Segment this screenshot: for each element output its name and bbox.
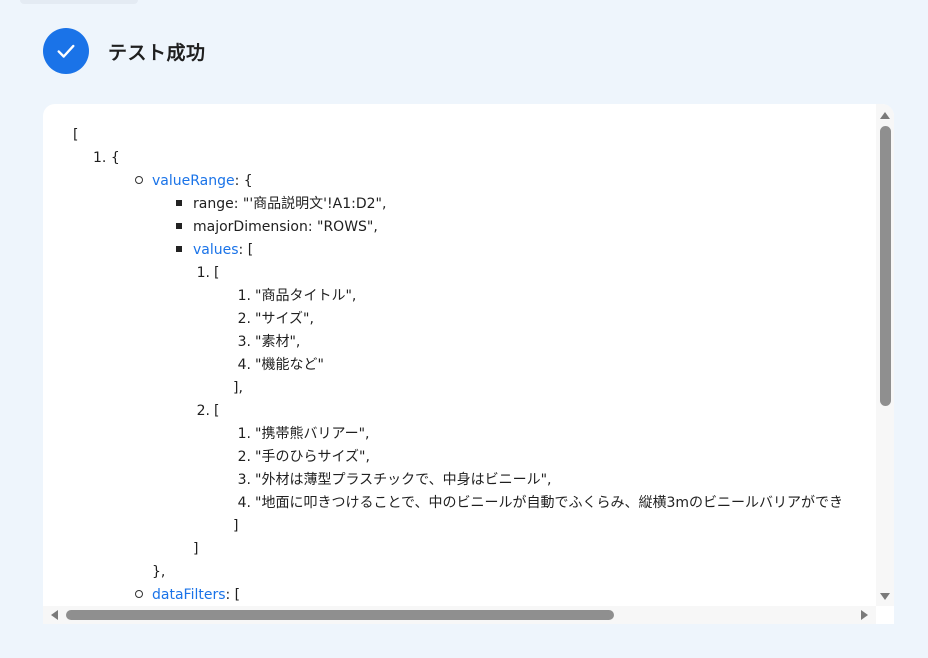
list-marker: 3.	[237, 334, 251, 350]
cell-value: "サイズ",	[255, 311, 314, 327]
array-open: [	[214, 265, 220, 281]
array-close: ],	[233, 380, 243, 396]
json-line: values: [	[73, 239, 843, 262]
bullet-square	[176, 246, 182, 252]
json-line: },	[73, 561, 843, 584]
cell-value: "携帯熊バリアー",	[255, 426, 370, 442]
json-line: valueRange: {	[73, 170, 843, 193]
punct: : [	[238, 242, 254, 258]
cell-value: "地面に叩きつけることで、中のビニールが自動でふくらみ、縦横3mのビニールバリア…	[255, 495, 844, 511]
cell-value: "商品タイトル",	[255, 288, 357, 304]
cell-value: "機能など"	[255, 357, 324, 373]
result-header: テスト成功	[43, 28, 206, 74]
list-marker: 2.	[196, 403, 210, 419]
list-marker: 2.	[237, 311, 251, 327]
bullet-circle	[135, 590, 143, 598]
horizontal-scrollbar[interactable]	[43, 606, 876, 624]
scroll-down-icon[interactable]	[880, 593, 890, 600]
list-marker: 4.	[237, 495, 251, 511]
list-marker: 1.	[237, 426, 251, 442]
json-line: dataFilters: [	[73, 584, 843, 606]
success-badge	[43, 28, 89, 74]
json-line: 1. "携帯熊バリアー",	[73, 423, 843, 446]
json-line: 3. "外材は薄型プラスチックで、中身はビニール",	[73, 469, 843, 492]
top-tab	[20, 0, 138, 4]
json-line: 1.[	[73, 262, 843, 285]
list-marker: 2.	[237, 449, 251, 465]
json-line: 2.[	[73, 400, 843, 423]
json-line: ],	[73, 377, 843, 400]
bullet-square	[176, 223, 182, 229]
punct: : [	[225, 587, 241, 603]
list-marker: 1.	[196, 265, 210, 281]
key-valueRange[interactable]: valueRange	[152, 173, 235, 189]
open-bracket: [	[73, 127, 79, 143]
json-line: range: "'商品説明文'!A1:D2",	[73, 193, 843, 216]
cell-value: "素材",	[255, 334, 301, 350]
array-open: [	[214, 403, 220, 419]
json-line: majorDimension: "ROWS",	[73, 216, 843, 239]
json-line: 2. "サイズ",	[73, 308, 843, 331]
scroll-up-icon[interactable]	[880, 112, 890, 119]
page-title: テスト成功	[108, 41, 206, 64]
array-close: ]	[233, 518, 239, 534]
object-open: {	[110, 150, 120, 166]
horizontal-scroll-thumb[interactable]	[66, 610, 614, 620]
json-line: 1. {	[73, 147, 843, 170]
json-line: 4. "機能など"	[73, 354, 843, 377]
list-marker: 3.	[237, 472, 251, 488]
check-icon	[57, 44, 75, 58]
scroll-left-icon[interactable]	[51, 610, 58, 620]
json-line: 3. "素材",	[73, 331, 843, 354]
major-dimension-value: majorDimension: "ROWS",	[193, 219, 378, 235]
json-line: 4. "地面に叩きつけることで、中のビニールが自動でふくらみ、縦横3mのビニールバ…	[73, 492, 843, 515]
range-value: range: "'商品説明文'!A1:D2",	[193, 196, 387, 212]
cell-value: "手のひらサイズ",	[255, 449, 370, 465]
bullet-circle	[135, 176, 143, 184]
bullet-square	[176, 200, 182, 206]
json-line: ]	[73, 515, 843, 538]
vertical-scrollbar[interactable]	[876, 104, 894, 606]
cell-value: "外材は薄型プラスチックで、中身はビニール",	[255, 472, 552, 488]
array-close: ]	[193, 541, 199, 557]
json-line: 1. "商品タイトル",	[73, 285, 843, 308]
scroll-right-icon[interactable]	[861, 610, 868, 620]
json-line: [	[73, 124, 843, 147]
result-panel: [ 1. { valueRange: { range: "'商品説明文'!A1:…	[43, 104, 894, 624]
json-line: ]	[73, 538, 843, 561]
vertical-scroll-thumb[interactable]	[880, 126, 891, 406]
json-line: 2. "手のひらサイズ",	[73, 446, 843, 469]
json-tree: [ 1. { valueRange: { range: "'商品説明文'!A1:…	[73, 124, 843, 606]
key-values[interactable]: values	[193, 242, 239, 258]
key-dataFilters[interactable]: dataFilters	[152, 587, 226, 603]
punct: : {	[234, 173, 253, 189]
list-marker: 1.	[93, 150, 107, 166]
list-marker: 4.	[237, 357, 251, 373]
json-viewport[interactable]: [ 1. { valueRange: { range: "'商品説明文'!A1:…	[43, 104, 876, 606]
list-marker: 1.	[237, 288, 251, 304]
object-close: },	[152, 564, 166, 580]
